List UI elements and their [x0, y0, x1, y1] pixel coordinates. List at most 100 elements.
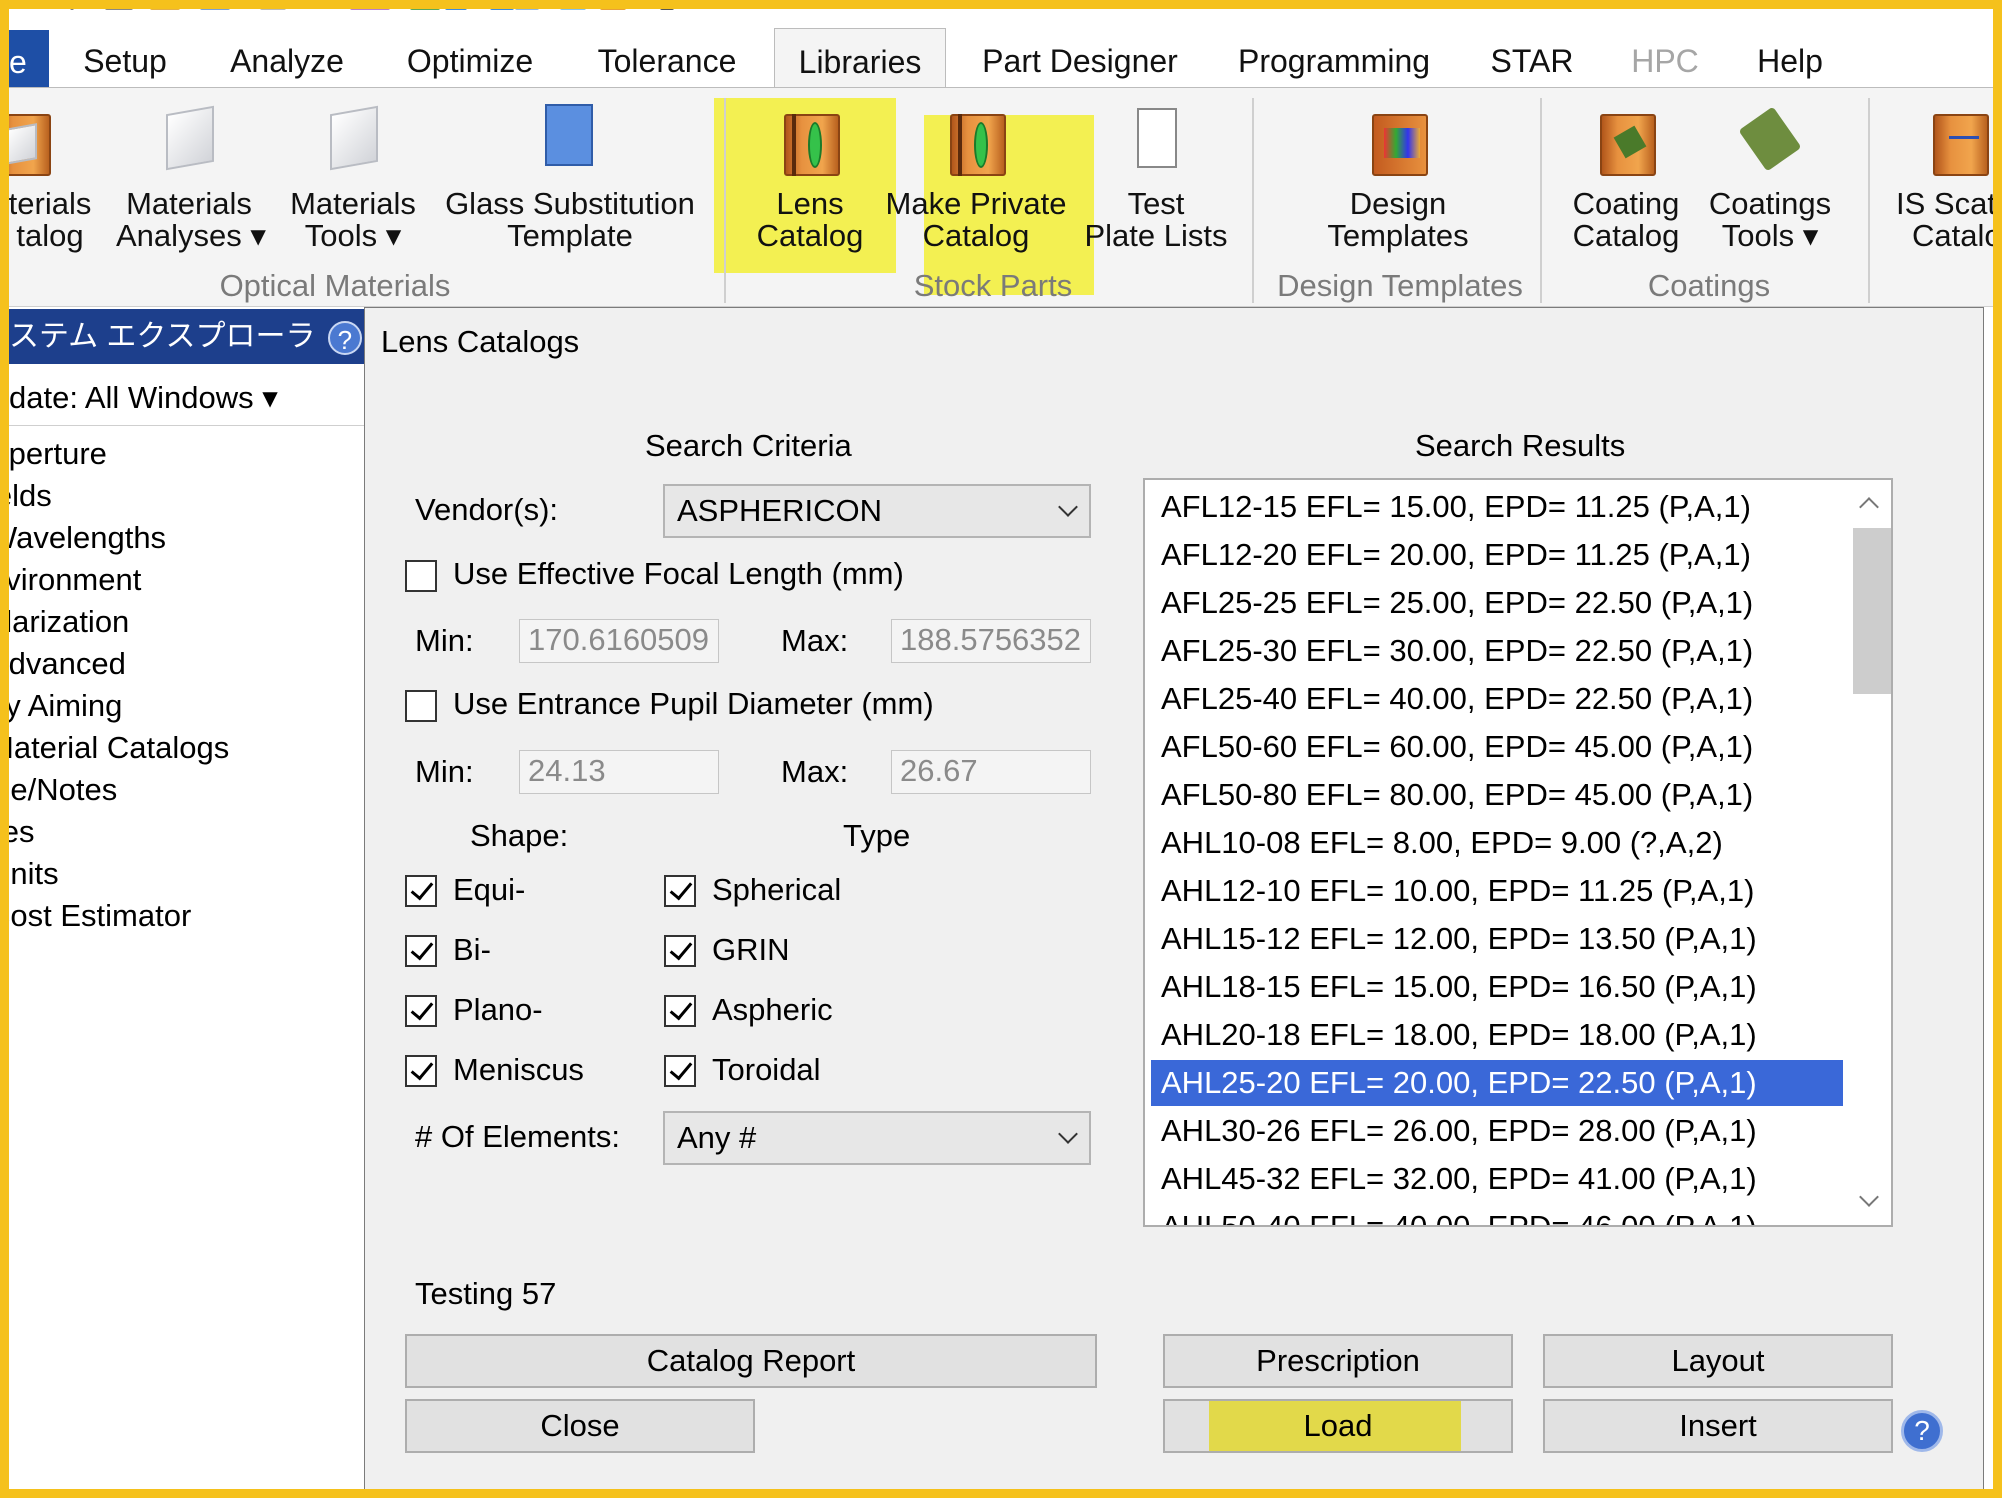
new-file-icon[interactable] [105, 0, 133, 10]
tab-file[interactable]: e [9, 30, 49, 87]
type-aspheric-checkbox[interactable] [664, 995, 696, 1027]
use-epd-checkbox[interactable] [405, 690, 437, 722]
is-scatter-catalog-button[interactable]: IS Scatt Catalo [1886, 88, 2002, 252]
insert-button[interactable]: Insert [1543, 1399, 1893, 1453]
mtf-icon[interactable] [560, 0, 586, 10]
materials-catalog-button[interactable]: terials talog [0, 88, 100, 252]
group-separator [1868, 98, 1870, 303]
list-item[interactable]: AHL12-10 EFL= 10.00, EPD= 11.25 (P,A,1) [1151, 868, 1843, 914]
tree-item-cost-estimator[interactable]: Cost Estimator [0, 895, 364, 937]
chevron-up-icon[interactable] [1859, 497, 1879, 517]
type-grin-checkbox[interactable] [664, 935, 696, 967]
spot-icon[interactable] [515, 0, 539, 10]
psf-icon[interactable] [600, 0, 626, 10]
tab-optimize[interactable]: Optimize [400, 36, 540, 87]
type-spherical-checkbox[interactable] [664, 875, 696, 907]
chevron-down-icon[interactable] [1859, 1187, 1879, 1207]
scrollbar-thumb[interactable] [1853, 528, 1891, 694]
open-folder-icon[interactable] [150, 0, 180, 10]
materials-analyses-button[interactable]: Materials Analyses ▾ [116, 88, 266, 252]
list-item[interactable]: AFL25-40 EFL= 40.00, EPD= 22.50 (P,A,1) [1151, 676, 1843, 722]
tree-item-fields[interactable]: ields [0, 475, 364, 517]
type-toroidal-checkbox[interactable] [664, 1055, 696, 1087]
list-item[interactable]: AFL25-25 EFL= 25.00, EPD= 22.50 (P,A,1) [1151, 580, 1843, 626]
list-item[interactable]: AHL18-15 EFL= 15.00, EPD= 16.50 (P,A,1) [1151, 964, 1843, 1010]
tree-item-material-catalogs[interactable]: Material Catalogs [0, 727, 364, 769]
tab-help[interactable]: Help [1752, 36, 1828, 87]
load-button[interactable]: Load [1163, 1399, 1513, 1453]
tree-item-polarization[interactable]: olarization [0, 601, 364, 643]
ray-icon[interactable] [445, 0, 467, 10]
catalog-report-button[interactable]: Catalog Report [405, 1334, 1097, 1388]
glass-substitution-template-button[interactable]: Glass Substitution Template [442, 88, 698, 252]
list-item[interactable]: AFL50-60 EFL= 60.00, EPD= 45.00 (P,A,1) [1151, 724, 1843, 770]
list-item[interactable]: AFL50-80 EFL= 80.00, EPD= 45.00 (P,A,1) [1151, 772, 1843, 818]
ray-fan-icon[interactable] [490, 0, 514, 10]
epd-max-field[interactable]: 26.67 [891, 750, 1091, 794]
list-item[interactable]: AHL15-12 EFL= 12.00, EPD= 13.50 (P,A,1) [1151, 916, 1843, 962]
tree-item-environment[interactable]: nvironment [0, 559, 364, 601]
results-scrollbar[interactable] [1847, 480, 1891, 1225]
tab-star[interactable]: STAR [1490, 36, 1574, 87]
close-button[interactable]: Close [405, 1399, 755, 1453]
tab-setup[interactable]: Setup [78, 36, 172, 87]
load-button-label: Load [1303, 1408, 1373, 1443]
list-item[interactable]: AFL12-20 EFL= 20.00, EPD= 11.25 (P,A,1) [1151, 532, 1843, 578]
list-item[interactable]: AFL12-15 EFL= 15.00, EPD= 11.25 (P,A,1) [1151, 484, 1843, 530]
update-dropdown[interactable]: date: All Windows ▾ [9, 370, 364, 426]
make-private-catalog-button[interactable]: Make Private Catalog [884, 88, 1068, 252]
ribbon-label: Templates [1327, 218, 1469, 253]
test-plate-lists-button[interactable]: Test Plate Lists [1084, 88, 1228, 252]
tree-item-ray-aiming[interactable]: ay Aiming [0, 685, 364, 727]
layout-icon[interactable] [350, 0, 390, 10]
help-icon[interactable]: ? [1901, 1410, 1943, 1452]
tab-tolerance[interactable]: Tolerance [594, 36, 740, 87]
tab-analyze[interactable]: Analyze [222, 36, 352, 87]
shape-meniscus-checkbox[interactable] [405, 1055, 437, 1087]
search-results-list[interactable]: AFL12-15 EFL= 15.00, EPD= 11.25 (P,A,1) … [1143, 478, 1893, 1227]
prescription-button[interactable]: Prescription [1163, 1334, 1513, 1388]
elements-select[interactable]: Any # [663, 1111, 1091, 1165]
list-item[interactable]: AHL20-18 EFL= 18.00, EPD= 18.00 (P,A,1) [1151, 1012, 1843, 1058]
materials-tools-button[interactable]: Materials Tools ▾ [286, 88, 420, 252]
tree-item-advanced[interactable]: Advanced [0, 643, 364, 685]
list-item[interactable]: AHL50-40 EFL= 40.00, EPD= 46.00 (P,A,1) [1151, 1204, 1843, 1225]
more-icon[interactable] [660, 0, 674, 10]
tree-item-aperture[interactable]: Aperture [0, 433, 364, 475]
list-item[interactable]: AHL30-26 EFL= 26.00, EPD= 28.00 (P,A,1) [1151, 1108, 1843, 1154]
tab-part-designer[interactable]: Part Designer [980, 36, 1180, 87]
save-icon[interactable] [200, 0, 230, 10]
list-item[interactable]: AHL10-08 EFL= 8.00, EPD= 9.00 (?,A,2) [1151, 820, 1843, 866]
status-text: Testing 57 [415, 1276, 557, 1311]
help-icon[interactable]: ? [327, 321, 362, 356]
analysis-icon[interactable] [410, 0, 440, 10]
efl-max-field[interactable]: 188.5756352 [891, 619, 1091, 663]
list-item[interactable]: AHL45-32 EFL= 32.00, EPD= 41.00 (P,A,1) [1151, 1156, 1843, 1202]
tab-libraries[interactable]: Libraries [774, 28, 946, 88]
shape-bi-checkbox[interactable] [405, 935, 437, 967]
ribbon-label: Make Private [885, 186, 1067, 221]
coatings-tools-button[interactable]: Coatings Tools ▾ [1700, 88, 1840, 252]
chevron-down-icon [1058, 497, 1078, 517]
list-item-selected[interactable]: AHL25-20 EFL= 20.00, EPD= 22.50 (P,A,1) [1151, 1060, 1843, 1106]
lens-catalog-button[interactable]: Lens Catalog [740, 88, 880, 252]
tree-item-label: Advanced [0, 646, 126, 681]
toolbar-icon[interactable] [70, 0, 74, 10]
tree-item-files[interactable]: iles [0, 811, 364, 853]
list-item[interactable]: AFL25-30 EFL= 30.00, EPD= 22.50 (P,A,1) [1151, 628, 1843, 674]
coating-catalog-button[interactable]: Coating Catalog [1564, 88, 1688, 252]
shape-equi-checkbox[interactable] [405, 875, 437, 907]
design-templates-button[interactable]: Design Templates [1318, 88, 1478, 252]
type-grin-label: GRIN [712, 932, 790, 967]
epd-min-field[interactable]: 24.13 [519, 750, 719, 794]
layout-button[interactable]: Layout [1543, 1334, 1893, 1388]
tab-programming[interactable]: Programming [1232, 36, 1436, 87]
vendor-select[interactable]: ASPHERICON [663, 484, 1091, 538]
tree-item-units[interactable]: Units [0, 853, 364, 895]
copy-icon[interactable] [260, 0, 286, 10]
tree-item-title-notes[interactable]: itle/Notes [0, 769, 364, 811]
tree-item-wavelengths[interactable]: Wavelengths [0, 517, 364, 559]
shape-plano-checkbox[interactable] [405, 995, 437, 1027]
use-efl-checkbox[interactable] [405, 560, 437, 592]
efl-min-field[interactable]: 170.6160509 [519, 619, 719, 663]
